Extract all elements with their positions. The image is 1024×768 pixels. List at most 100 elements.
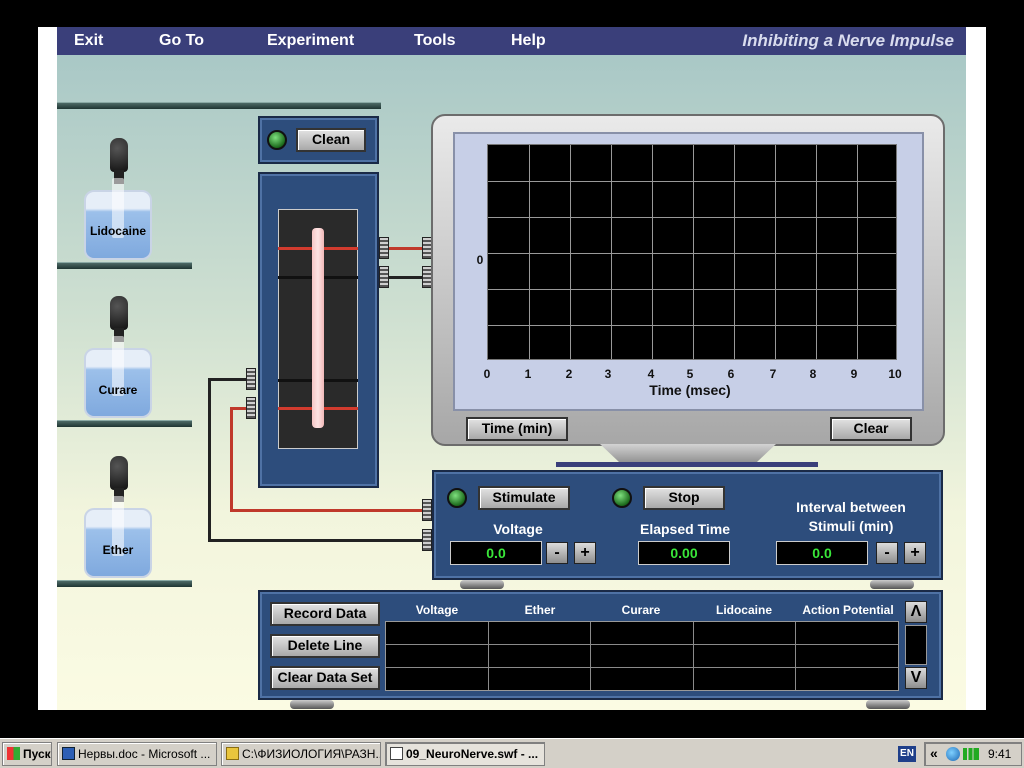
clean-indicator-led (267, 130, 287, 150)
x-tick: 2 (565, 367, 573, 381)
ground-wire-black-v (208, 378, 211, 542)
column-header-curare: Curare (621, 603, 661, 617)
shelf-2 (57, 420, 192, 427)
y-zero-label: 0 (476, 253, 484, 267)
task-explorer-folder[interactable]: C:\ФИЗИОЛОГИЯ\РАЗН... (221, 742, 381, 766)
windows-taskbar: Пуск Нервы.doc - Microsoft ... C:\ФИЗИОЛ… (0, 738, 1024, 768)
voltage-display: 0.0 (450, 541, 542, 565)
windows-logo-icon (7, 747, 20, 760)
curare-bottle[interactable]: Curare (84, 296, 154, 420)
x-tick: 3 (604, 367, 612, 381)
clean-button[interactable]: Clean (296, 128, 366, 152)
clock[interactable]: 9:41 (988, 747, 1011, 761)
stim-wire-red-v (230, 407, 233, 511)
stimulator-connector (422, 499, 432, 521)
clear-button[interactable]: Clear (830, 417, 912, 441)
elapsed-time-display: 0.00 (638, 541, 730, 565)
stop-button[interactable]: Stop (643, 486, 725, 510)
column-header-action-potential: Action Potential (802, 603, 894, 617)
scroll-up-button[interactable]: Λ (905, 601, 927, 623)
task-word-document[interactable]: Нервы.doc - Microsoft ... (57, 742, 217, 766)
delete-line-button[interactable]: Delete Line (270, 634, 380, 658)
menu-bar: Exit Go To Experiment Tools Help Inhibit… (57, 27, 966, 55)
folder-icon (226, 747, 239, 760)
interval-display: 0.0 (776, 541, 868, 565)
right-margin (966, 27, 986, 710)
x-tick: 7 (769, 367, 777, 381)
flash-player-icon (390, 747, 403, 760)
stimulate-indicator-led (447, 488, 467, 508)
tray-expand-chevron[interactable]: « (930, 745, 938, 761)
recording-wire-red (388, 247, 424, 250)
dropper-cap-icon (110, 296, 128, 330)
bottle-label: Lidocaine (89, 224, 146, 238)
column-header-lidocaine: Lidocaine (715, 603, 772, 617)
panel-foot (870, 580, 914, 589)
panel-foot (460, 580, 504, 589)
left-margin (38, 27, 57, 710)
dropper-cap-icon (110, 138, 128, 172)
menu-tools[interactable]: Tools (414, 32, 455, 50)
voltage-increase-button[interactable]: + (574, 542, 596, 564)
record-data-button[interactable]: Record Data (270, 602, 380, 626)
x-tick: 9 (850, 367, 858, 381)
oscilloscope-screen (487, 144, 897, 360)
recording-wire-black (388, 276, 424, 279)
shelf-3 (57, 580, 192, 587)
panel-foot (290, 700, 334, 709)
voltage-label: Voltage (493, 521, 543, 537)
clear-data-set-button[interactable]: Clear Data Set (270, 666, 380, 690)
chamber-connector (246, 368, 256, 390)
stimulator-connector (422, 529, 432, 551)
dropper-cap-icon (110, 456, 128, 490)
start-label: Пуск (23, 747, 51, 761)
x-tick: 6 (727, 367, 735, 381)
nerve-fiber (312, 228, 324, 428)
table-scrollbar-track[interactable] (905, 625, 927, 665)
top-shelf (57, 102, 381, 109)
stimulate-button[interactable]: Stimulate (478, 486, 570, 510)
voltage-decrease-button[interactable]: - (546, 542, 568, 564)
chamber-connector (246, 397, 256, 419)
menu-exit[interactable]: Exit (74, 32, 103, 50)
column-header-voltage: Voltage (415, 603, 459, 617)
column-header-ether: Ether (524, 603, 556, 617)
stop-indicator-led (612, 488, 632, 508)
bottle-label: Ether (102, 543, 134, 557)
lidocaine-bottle[interactable]: Lidocaine (84, 138, 154, 262)
menu-experiment[interactable]: Experiment (267, 32, 354, 50)
x-axis-label: Time (msec) (649, 382, 731, 398)
network-globe-icon[interactable] (946, 747, 960, 761)
interval-label: Interval between Stimuli (min) (796, 499, 906, 534)
start-button[interactable]: Пуск (2, 742, 52, 766)
interval-decrease-button[interactable]: - (876, 542, 898, 564)
x-tick: 1 (524, 367, 532, 381)
chamber-connector (379, 266, 389, 288)
x-tick: 4 (647, 367, 655, 381)
shelf-1 (57, 262, 192, 269)
chamber-connector (379, 237, 389, 259)
menu-goto[interactable]: Go To (159, 32, 204, 50)
monitor-stand-base (556, 462, 818, 467)
x-tick: 0 (483, 367, 491, 381)
scroll-down-button[interactable]: V (905, 667, 927, 689)
x-tick: 10 (888, 367, 902, 381)
ground-wire-black-b (208, 539, 422, 542)
interval-increase-button[interactable]: + (904, 542, 926, 564)
elapsed-time-label: Elapsed Time (639, 521, 730, 537)
ground-wire-black-h (208, 378, 248, 381)
time-min-button[interactable]: Time (min) (466, 417, 568, 441)
menu-help[interactable]: Help (511, 32, 546, 50)
stim-wire-red-b (230, 509, 422, 512)
ether-bottle[interactable]: Ether (84, 456, 154, 580)
x-tick: 8 (809, 367, 817, 381)
monitor-stand (600, 444, 776, 464)
signal-strength-icon[interactable] (963, 748, 979, 760)
word-document-icon (62, 747, 75, 760)
task-swf-player[interactable]: 09_NeuroNerve.swf - ... (385, 742, 545, 766)
language-indicator[interactable]: EN (898, 746, 916, 762)
panel-foot (866, 700, 910, 709)
data-table (385, 621, 899, 691)
bottle-label: Curare (98, 383, 138, 397)
app-title: Inhibiting a Nerve Impulse (742, 31, 954, 50)
